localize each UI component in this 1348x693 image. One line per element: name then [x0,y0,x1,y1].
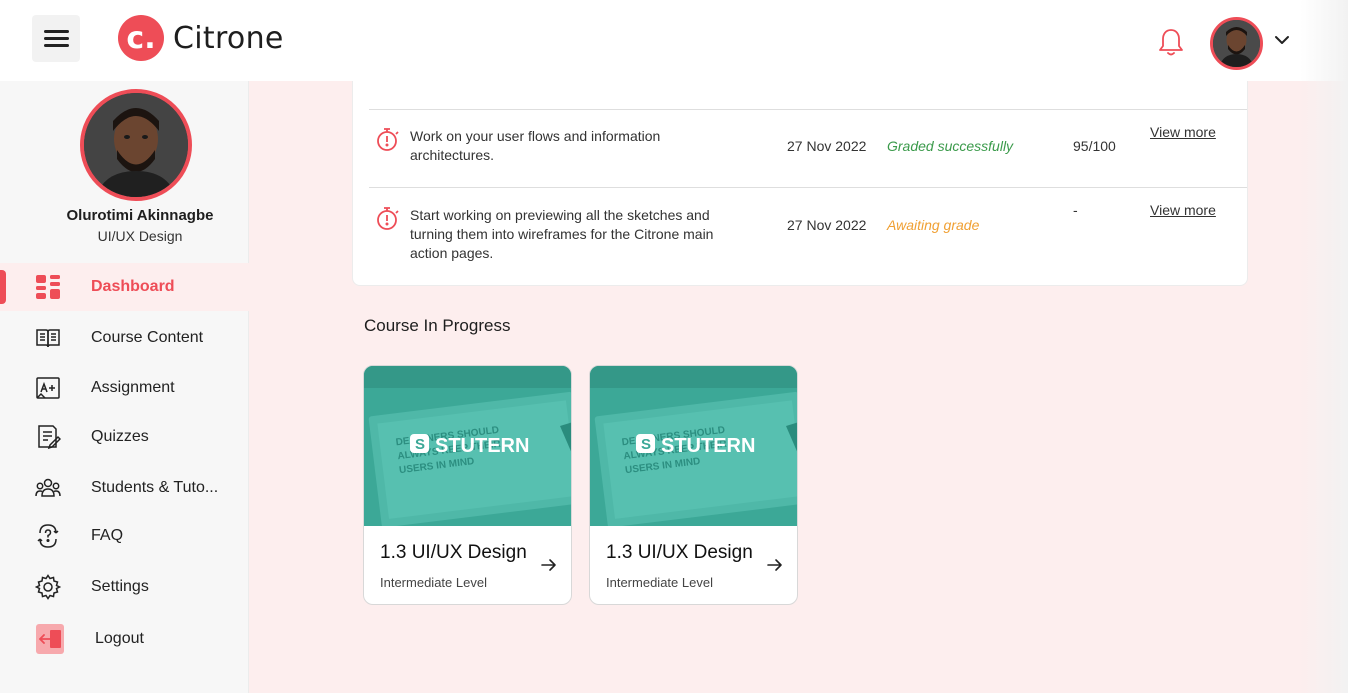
faq-icon [34,522,62,550]
menu-line [43,30,69,33]
book-icon [34,324,62,352]
sidebar-item-quizzes[interactable]: Quizzes [0,413,249,461]
gear-icon [34,573,62,601]
profile-avatar [80,89,192,201]
status-badge: Awaiting grade [887,217,980,233]
sidebar-item-assignment[interactable]: Assignment [0,364,249,412]
arrow-right-icon[interactable] [540,556,558,574]
assignment-title: Start working on previewing all the sket… [410,207,714,261]
sidebar-item-label: Course Content [91,329,204,346]
logout-icon-box [36,624,64,654]
view-more-link[interactable]: View more [1150,124,1216,140]
profile-name: Olurotimi Akinnagbe [66,207,214,224]
svg-text:STUTERN: STUTERN [435,435,529,457]
logo-mark: c. [118,15,164,61]
active-indicator [0,270,6,304]
assignment-score: 95/100 [1073,138,1116,154]
sidebar-item-settings[interactable]: Settings [0,563,249,611]
section-title-course-in-progress: Course In Progress [364,316,511,335]
course-thumbnail-image: DESIGNERS SHOULD ALWAYS KEEP THEIR USERS… [590,366,797,526]
course-title: 1.3 UI/UX Design [606,542,753,563]
logout-icon [36,624,64,654]
timer-alert-icon [377,207,399,230]
bell-icon[interactable] [1157,27,1185,57]
sidebar-item-label: Logout [95,630,144,647]
chevron-down-icon[interactable] [1272,30,1292,50]
timer-alert-icon [377,128,399,151]
sidebar-item-students-tutors[interactable]: Students & Tuto... [0,464,249,512]
assignment-date: 27 Nov 2022 [787,138,867,154]
assignment-title: Work on your user flows and information … [410,128,661,163]
top-bar: c. Citrone [0,0,1348,81]
course-title: 1.3 UI/UX Design [380,542,527,563]
course-level: Intermediate Level [380,575,487,590]
row-divider [369,187,1247,188]
sidebar-item-label: Assignment [91,379,175,396]
profile-image [84,93,188,197]
students-icon [34,474,62,502]
svg-text:STUTERN: STUTERN [661,435,755,457]
app-logo[interactable]: c. Citrone [118,15,284,61]
course-card[interactable]: DESIGNERS SHOULD ALWAYS KEEP THEIR USERS… [363,365,572,605]
sidebar-item-dashboard[interactable]: Dashboard [0,263,249,311]
sidebar-item-faq[interactable]: FAQ [0,512,249,560]
sidebar-item-label: Students & Tuto... [91,479,219,496]
status-badge: Graded successfully [887,138,1014,154]
view-more-link[interactable]: View more [1150,202,1216,218]
menu-line [43,44,69,47]
sidebar-item-logout[interactable]: Logout [0,615,249,663]
course-card[interactable]: DESIGNERS SHOULD ALWAYS KEEP THEIR USERS… [589,365,798,605]
course-thumbnail: DESIGNERS SHOULD ALWAYS KEEP THEIR USERS… [590,366,797,526]
svg-text:S: S [415,436,425,453]
sidebar-item-course-content[interactable]: Course Content [0,314,249,362]
app-name: Citrone [173,20,284,56]
quiz-icon [34,423,62,451]
sidebar-item-label: Settings [91,578,149,595]
arrow-right-icon[interactable] [766,556,784,574]
profile-role: UI/UX Design [97,228,183,244]
sidebar-item-label: Dashboard [91,278,175,295]
sidebar-item-label: FAQ [91,527,124,544]
svg-text:S: S [641,436,651,453]
assignment-icon [34,374,62,402]
avatar-image [1213,20,1260,67]
course-thumbnail-image: DESIGNERS SHOULD ALWAYS KEEP THEIR USERS… [364,366,571,526]
row-divider [369,109,1247,110]
sidebar-item-label: Quizzes [91,428,149,445]
assignment-score: - [1073,202,1078,218]
user-avatar[interactable] [1210,17,1263,70]
course-level: Intermediate Level [606,575,713,590]
assignment-date: 27 Nov 2022 [787,217,867,233]
sidebar: Olurotimi Akinnagbe UI/UX Design Dashboa… [0,81,249,693]
right-edge-fade [1300,0,1348,693]
course-thumbnail: DESIGNERS SHOULD ALWAYS KEEP THEIR USERS… [364,366,571,526]
dashboard-icon [34,273,62,301]
menu-line [43,37,69,40]
hamburger-menu-button[interactable] [32,15,80,62]
